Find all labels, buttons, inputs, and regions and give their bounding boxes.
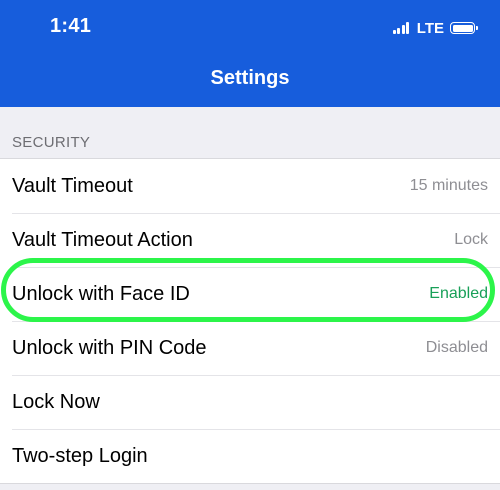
unlock-with-face-id-row[interactable]: Unlock with Face ID Enabled [0, 267, 500, 321]
row-value: Disabled [425, 339, 488, 356]
vault-timeout-row[interactable]: Vault Timeout 15 minutes [0, 159, 500, 213]
page-title: Settings [210, 67, 290, 89]
status-indicators: LTE [392, 17, 478, 39]
row-label: Unlock with Face ID [12, 282, 190, 305]
network-type: LTE [416, 19, 444, 37]
row-label: Vault Timeout [12, 174, 133, 197]
two-step-login-row[interactable]: Two-step Login [0, 429, 500, 483]
security-settings-list: Vault Timeout 15 minutes Vault Timeout A… [0, 158, 500, 484]
battery-icon [450, 22, 478, 34]
row-value-enabled: Enabled [429, 285, 488, 302]
unlock-with-pin-code-row[interactable]: Unlock with PIN Code Disabled [0, 321, 500, 375]
row-label: Vault Timeout Action [12, 228, 193, 251]
section-header-security: SECURITY [12, 134, 91, 151]
vault-timeout-action-row[interactable]: Vault Timeout Action Lock [0, 213, 500, 267]
navigation-header: 1:41 LTE Settings [0, 0, 500, 107]
row-value: Lock [454, 231, 488, 248]
status-time: 1:41 [50, 15, 92, 37]
row-label: Unlock with PIN Code [12, 336, 207, 359]
lock-now-row[interactable]: Lock Now [0, 375, 500, 429]
row-label: Two-step Login [12, 444, 148, 467]
status-bar: 1:41 LTE [0, 0, 500, 54]
signal-bars-icon [392, 22, 411, 34]
row-value: 15 minutes [409, 177, 488, 194]
row-label: Lock Now [12, 390, 100, 413]
